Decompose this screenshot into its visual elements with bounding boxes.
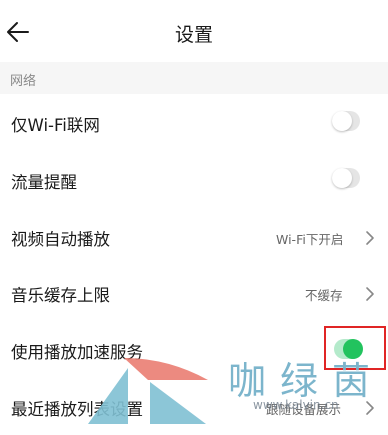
setting-row-wifi-only[interactable]: 仅Wi-Fi联网 (0, 95, 388, 151)
section-header-network: 网络 (0, 62, 388, 94)
highlight-box (324, 326, 386, 370)
chevron-right-icon (366, 287, 374, 301)
setting-label: 仅Wi-Fi联网 (11, 116, 100, 135)
setting-value: 跟随设备展示 (266, 402, 342, 417)
setting-label: 音乐缓存上限 (11, 286, 110, 305)
setting-value: Wi-Fi下开启 (276, 232, 344, 247)
setting-row-recent-playlist[interactable]: 最近播放列表设置 跟随设备展示 (0, 379, 388, 435)
chevron-right-icon (366, 231, 374, 245)
setting-row-video-autoplay[interactable]: 视频自动播放 Wi-Fi下开启 (0, 209, 388, 265)
page-title: 设置 (174, 24, 213, 46)
setting-label: 流量提醒 (11, 173, 77, 192)
section-title: 网络 (10, 74, 37, 89)
setting-label: 最近播放列表设置 (11, 400, 143, 419)
setting-row-data-reminder[interactable]: 流量提醒 (0, 152, 388, 208)
setting-row-music-cache[interactable]: 音乐缓存上限 不缓存 (0, 265, 388, 321)
chevron-right-icon (366, 401, 374, 415)
setting-label: 视频自动播放 (11, 230, 110, 249)
wifi-only-toggle[interactable] (332, 111, 360, 131)
setting-value: 不缓存 (305, 288, 343, 303)
top-bar: 设置 (0, 0, 388, 62)
toggle-knob (332, 168, 352, 188)
setting-label: 使用播放加速服务 (11, 343, 143, 362)
data-reminder-toggle[interactable] (332, 168, 360, 188)
toggle-knob (332, 111, 352, 131)
